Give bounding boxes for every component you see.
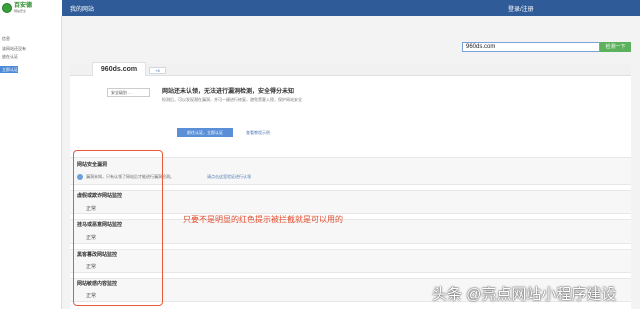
site-search-input[interactable]: 960ds.com (462, 42, 600, 52)
status-description: 检测后，可以发现潜在漏洞，并可一键进行修复，避免黑客入侵，保护网站安全 (162, 97, 302, 102)
logo-subtitle: 网站安全 (14, 9, 27, 13)
sidebar-item-auth: 放在认证 (2, 54, 18, 59)
status-title: 网站还未认领，无法进行漏洞检测，安全得分未知 (162, 89, 295, 95)
nav-login-register[interactable]: 登录/注册 (508, 4, 534, 13)
nav-my-sites[interactable]: 我的网站 (70, 4, 94, 13)
sidebar-item-unclaimed: 该网站还没有 (2, 46, 26, 51)
add-site-chip[interactable]: +8 (149, 67, 166, 74)
annotation-note: 只要不是明显的红色提示被拦截就是可以用的 (183, 215, 343, 224)
tutorial-link[interactable]: 查看教程示例 (246, 130, 270, 136)
domain-tab[interactable]: 960ds.com (92, 62, 146, 76)
sidebar-section-title: 信息 (2, 36, 10, 41)
sidebar-auth-button[interactable]: 立即认证 (0, 66, 18, 73)
annotation-highlight-frame (73, 150, 163, 306)
security-level-select[interactable]: 安全级别 … (107, 88, 150, 97)
check-button[interactable]: 检测一下 (600, 42, 631, 52)
site-logo[interactable]: 百安德 网站安全 (0, 0, 62, 16)
top-navigation-bar (0, 0, 640, 16)
notice-claim-link[interactable]: 请点击这里验证进行认领 (207, 174, 251, 180)
shield-logo-icon (2, 3, 12, 13)
watermark: 头条 @亮点网站小程序建设 (432, 286, 617, 303)
claim-auth-button[interactable]: 前往认证，立即认证 (177, 128, 233, 137)
